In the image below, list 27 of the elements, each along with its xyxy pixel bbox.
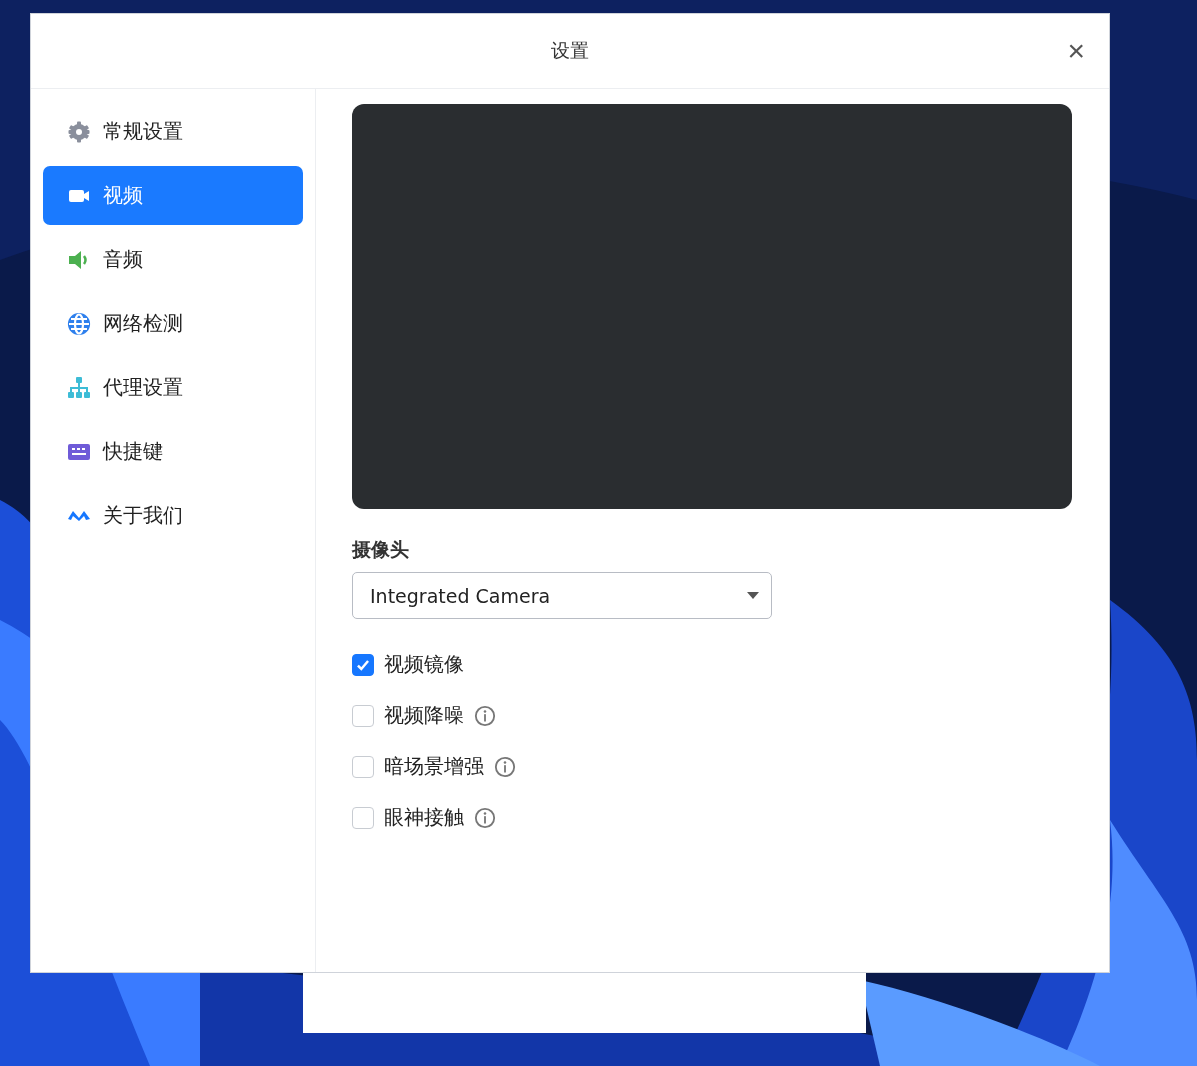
gear-icon <box>67 119 91 144</box>
checkbox[interactable] <box>352 806 374 829</box>
sidebar-item[interactable]: 网络检测 <box>43 294 303 353</box>
checkbox[interactable] <box>352 704 374 727</box>
option-label: 视频降噪 <box>384 702 464 729</box>
sidebar-item[interactable]: 关于我们 <box>43 486 303 545</box>
sidebar-item[interactable]: 音频 <box>43 230 303 289</box>
sidebar-item[interactable]: 常规设置 <box>43 102 303 161</box>
camera-label: 摄像头 <box>352 537 410 562</box>
window-title: 设置 <box>551 38 589 63</box>
sidebar-item[interactable]: 代理设置 <box>43 358 303 417</box>
mountain-logo-icon <box>67 509 91 522</box>
info-icon[interactable] <box>474 704 496 727</box>
globe-icon <box>67 311 91 336</box>
network-tree-icon <box>67 375 91 400</box>
option-label: 暗场景增强 <box>384 753 484 780</box>
caret-icon <box>747 591 759 600</box>
checkbox[interactable] <box>352 755 374 778</box>
info-icon[interactable] <box>494 755 516 778</box>
checkbox[interactable] <box>352 653 374 676</box>
close-button[interactable]: × <box>1061 34 1091 68</box>
option-label: 视频镜像 <box>384 651 464 678</box>
sidebar-item[interactable]: 快捷键 <box>43 422 303 481</box>
camera-dropdown[interactable]: Integrated Camera <box>352 572 772 619</box>
sidebar-item[interactable]: 视频 <box>43 166 303 225</box>
option-label: 眼神接触 <box>384 804 464 831</box>
info-icon[interactable] <box>474 806 496 829</box>
